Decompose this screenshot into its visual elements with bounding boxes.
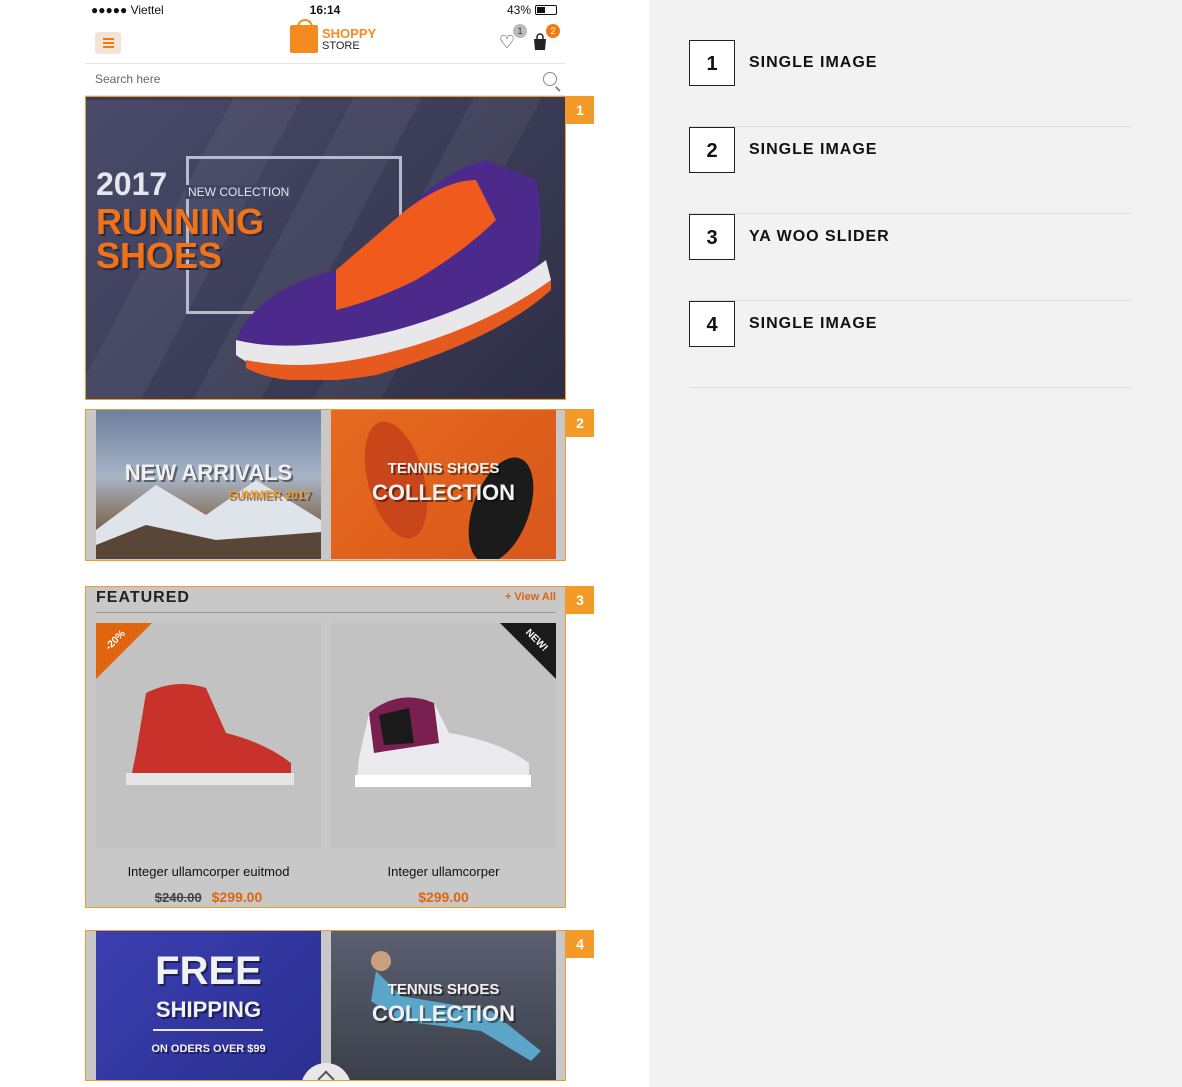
shopping-bag-icon — [290, 19, 318, 53]
cart-count-badge: 2 — [546, 24, 560, 38]
wishlist-button[interactable]: ♡ 1 — [495, 24, 527, 54]
section-hero-banner[interactable]: 2017 NEW COLECTION RUNNING SHOES — [85, 96, 566, 400]
legend-number: 1 — [689, 40, 735, 86]
promo-title: FREE — [155, 949, 262, 993]
section-promo-banners: NEW ARRIVALS SUMMER 2017 TENNIS SHOES CO… — [85, 409, 566, 561]
promo-title: TENNIS SHOES — [387, 460, 500, 477]
promo-subtitle: SUMMER 2017 — [227, 488, 311, 502]
product-card[interactable]: NEW! Integer ullamcorper $299.00 — [331, 623, 556, 905]
product-price: $240.00 $299.00 — [96, 889, 321, 905]
cart-button[interactable]: 2 — [528, 24, 560, 54]
clock: 16:14 — [309, 3, 341, 17]
red-sneaker-image — [126, 684, 294, 785]
legend-number: 3 — [689, 214, 735, 260]
sale-price: $299.00 — [418, 889, 469, 905]
logo-line1: SHOPPY — [322, 25, 377, 41]
view-all-link[interactable]: + View All — [505, 591, 556, 603]
running-shoe-image — [236, 160, 551, 380]
promo-title: NEW ARRIVALS — [124, 460, 293, 485]
section-tag-3: 3 — [566, 586, 594, 614]
legend-panel: 1 SINGLE IMAGE 2 SINGLE IMAGE 3 YA WOO S… — [649, 0, 1182, 1087]
battery-icon — [535, 5, 557, 15]
legend-label: SINGLE IMAGE — [749, 54, 878, 71]
search-input[interactable] — [95, 72, 515, 86]
heart-icon: ♡ — [498, 32, 516, 52]
promo-subtitle: COLLECTION — [372, 1001, 515, 1026]
product-image[interactable]: NEW! — [331, 623, 556, 848]
store-logo[interactable]: SHOPPY STORE — [290, 19, 377, 53]
section-tag-2: 2 — [566, 409, 594, 437]
legend-label: SINGLE IMAGE — [749, 315, 878, 332]
legend-label: YA WOO SLIDER — [749, 228, 890, 245]
legend-number: 4 — [689, 301, 735, 347]
promo-title: TENNIS SHOES — [387, 981, 500, 998]
featured-header: FEATURED + View All — [96, 587, 556, 613]
hamburger-menu-button[interactable] — [95, 32, 121, 54]
legend-item: 3 YA WOO SLIDER — [689, 214, 1131, 301]
status-bar: ●●●●● Viettel 16:14 43% — [85, 0, 565, 22]
promo-new-arrivals[interactable]: NEW ARRIVALS SUMMER 2017 — [96, 410, 321, 559]
section-featured-slider: FEATURED + View All -20% Integer ullamco… — [85, 586, 566, 908]
legend-item: 4 SINGLE IMAGE — [689, 301, 1131, 388]
promo-subtitle: ON ODERS OVER $99 — [151, 1043, 266, 1055]
search-bar — [85, 64, 565, 96]
product-image[interactable]: -20% — [96, 623, 321, 848]
legend-item: 2 SINGLE IMAGE — [689, 127, 1131, 214]
product-price: $299.00 — [331, 889, 556, 905]
battery-percent: 43% — [506, 3, 531, 17]
search-icon[interactable] — [543, 72, 557, 86]
cart-bag-icon — [534, 33, 546, 50]
section-tag-4: 4 — [566, 930, 594, 958]
product-name[interactable]: Integer ullamcorper euitmod — [96, 864, 321, 879]
hero-title-line2: SHOES — [96, 235, 223, 276]
old-price: $240.00 — [154, 890, 202, 905]
page: ●●●●● Viettel 16:14 43% SHOPPY STORE ♡ 1 — [0, 0, 1182, 1087]
promo-subtitle: COLLECTION — [372, 480, 515, 505]
battery-status: 43% — [507, 3, 557, 17]
app-header: SHOPPY STORE ♡ 1 2 — [85, 19, 565, 64]
wishlist-count-badge: 1 — [513, 24, 527, 38]
promo-title-line2: SHIPPING — [155, 997, 262, 1022]
product-card[interactable]: -20% Integer ullamcorper euitmod $240.00… — [96, 623, 321, 905]
promo-tennis-shoes[interactable]: TENNIS SHOES COLLECTION — [331, 410, 556, 559]
promo-tennis-collection[interactable]: TENNIS SHOES COLLECTION — [331, 931, 556, 1080]
legend-label: SINGLE IMAGE — [749, 141, 878, 158]
product-name[interactable]: Integer ullamcorper — [331, 864, 556, 879]
hero-banner-image[interactable]: 2017 NEW COLECTION RUNNING SHOES — [86, 97, 565, 399]
purple-sneaker-image — [355, 697, 531, 787]
legend-number: 2 — [689, 127, 735, 173]
promo-free-shipping[interactable]: FREE SHIPPING ON ODERS OVER $99 — [96, 931, 321, 1080]
section-bottom-banners: FREE SHIPPING ON ODERS OVER $99 TENNIS S… — [85, 930, 566, 1081]
logo-line2: STORE — [322, 39, 360, 52]
hero-year: 2017 — [96, 166, 168, 202]
legend-item: 1 SINGLE IMAGE — [689, 40, 1131, 127]
featured-title: FEATURED — [96, 589, 190, 606]
section-tag-1: 1 — [566, 96, 594, 124]
sale-price: $299.00 — [211, 889, 263, 905]
divider — [153, 1029, 263, 1031]
